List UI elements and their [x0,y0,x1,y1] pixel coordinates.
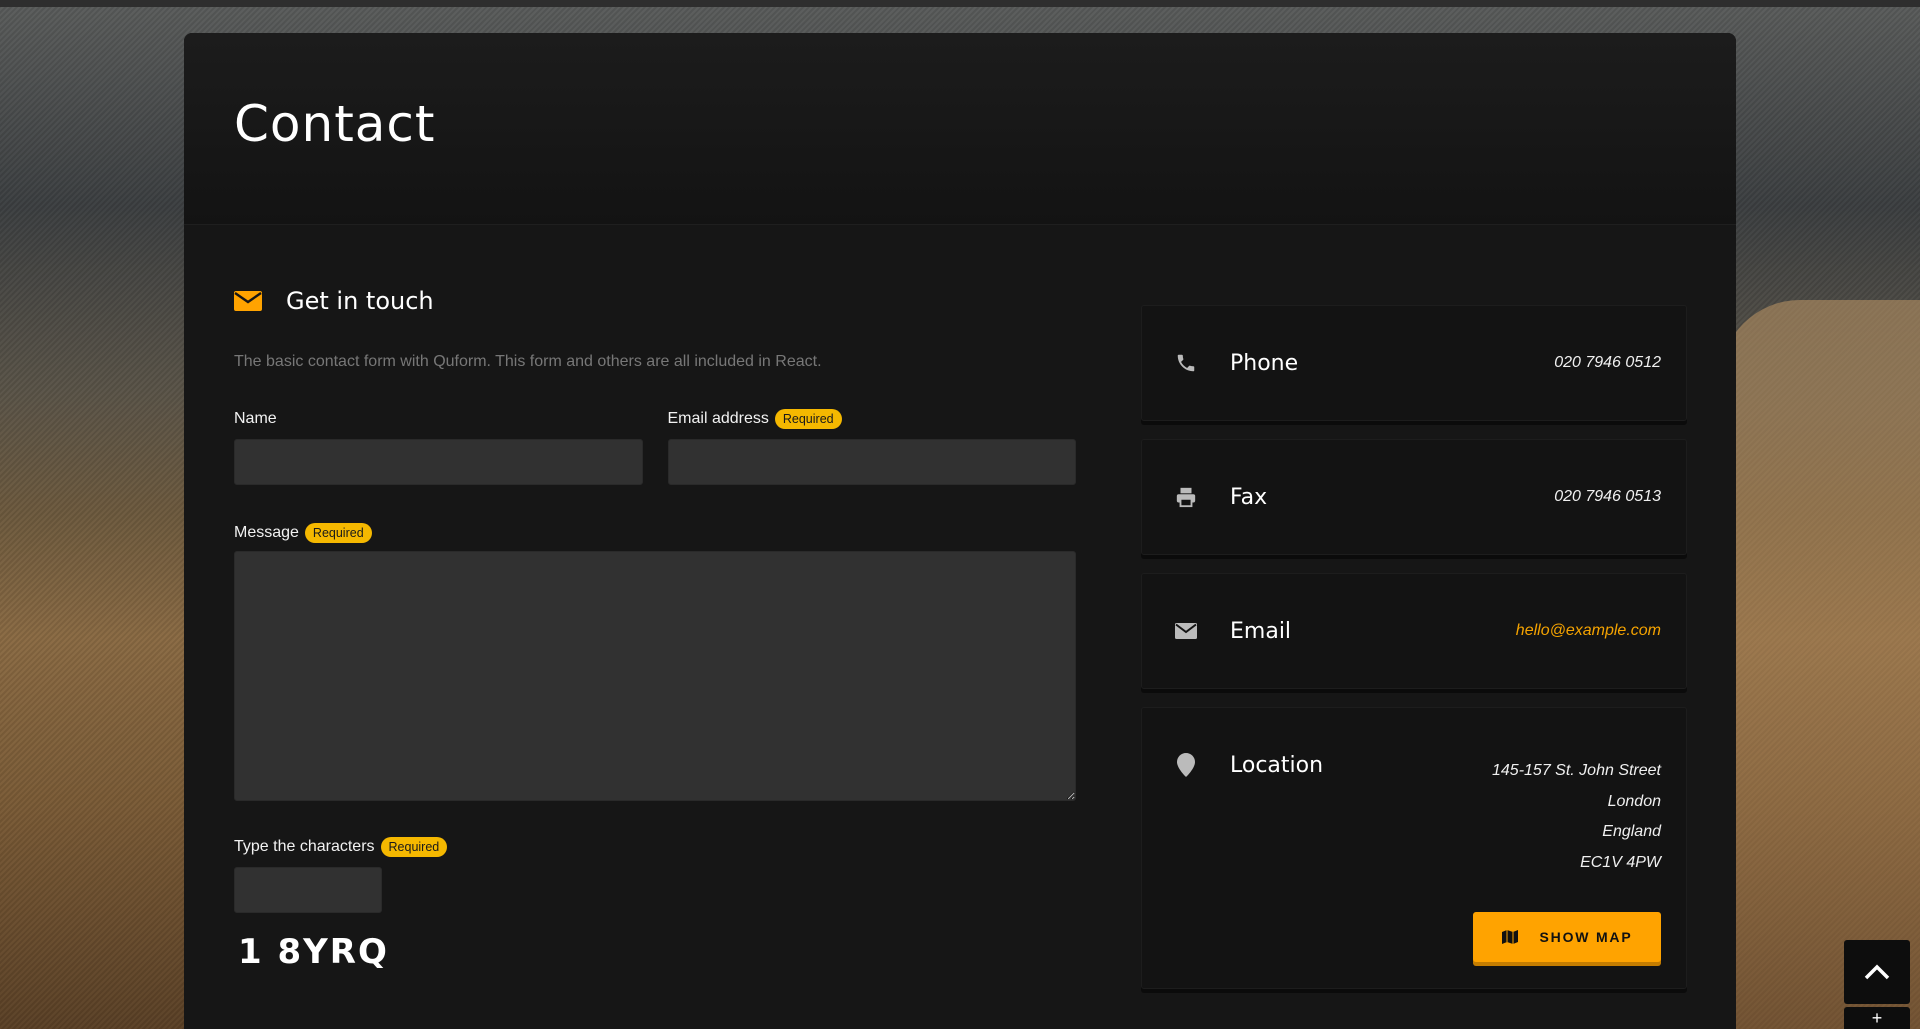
email-link[interactable]: hello@example.com [1516,622,1661,640]
email-input[interactable] [667,439,1076,485]
captcha-label: Type the characters Required [234,837,1076,857]
location-title: Location [1230,753,1324,778]
fax-card-head: Fax 020 7946 0513 [1174,440,1661,554]
form-intro: The basic contact form with Quform. This… [234,353,822,370]
location-card: Location 145-157 St. John Street London … [1141,707,1687,989]
envelope-icon [1174,619,1198,643]
fax-card: Fax 020 7946 0513 [1141,439,1687,555]
map-icon [1501,930,1518,944]
email-title: Email [1230,618,1292,644]
phone-card: Phone 020 7946 0512 [1141,305,1687,421]
show-map-label: SHOW MAP [1539,929,1633,945]
message-textarea[interactable] [234,551,1076,801]
name-label-text: Name [234,410,277,427]
page-title: Contact [234,95,436,153]
show-map-button[interactable]: SHOW MAP [1473,912,1661,962]
email-card: Email hello@example.com [1141,573,1687,689]
captcha-field-group: Type the characters Required 1 8YRQ [234,837,1076,975]
required-badge: Required [304,523,372,543]
message-label-text: Message [234,524,299,541]
page-panel: Contact Get in touch The basic contact f… [184,33,1736,1029]
name-email-row: Name Email address Required [234,409,1076,485]
phone-icon [1174,351,1198,375]
message-label: Message Required [234,523,1076,543]
phone-title: Phone [1230,350,1299,376]
contact-form: Get in touch The basic contact form with… [234,283,1076,975]
chevron-up-icon [1864,964,1890,980]
expand-button[interactable]: + [1844,1007,1910,1029]
captcha-input[interactable] [234,867,382,913]
email-field-group: Email address Required [667,409,1077,485]
required-badge: Required [774,409,842,429]
address-line: EC1V 4PW [1580,853,1661,871]
captcha-text: 1 8YRQ [238,932,389,972]
name-field-group: Name [234,409,643,485]
name-label: Name [234,409,643,429]
email-label-text: Email address [667,410,769,427]
required-badge: Required [380,837,448,857]
captcha-label-text: Type the characters [234,838,375,855]
page-header: Contact [184,33,1736,225]
map-pin-icon [1174,753,1198,777]
address-block: 145-157 St. John Street London England E… [1492,756,1661,878]
form-heading-text: Get in touch [286,287,434,315]
address-line: England [1602,823,1661,840]
fax-number: 020 7946 0513 [1554,488,1661,505]
address-line: London [1607,792,1661,810]
fax-title: Fax [1230,484,1268,510]
scroll-to-top-button[interactable] [1844,940,1910,1004]
address-line: 145-157 St. John Street [1492,762,1661,779]
contact-info-column: Phone 020 7946 0512 Fax 020 7946 0513 Em… [1141,305,1687,1007]
message-field-group: Message Required [234,523,1076,801]
phone-number: 020 7946 0512 [1554,354,1661,371]
envelope-icon [234,291,262,311]
captcha-image: 1 8YRQ [238,932,389,972]
phone-card-head: Phone 020 7946 0512 [1174,306,1661,420]
name-input[interactable] [234,439,643,485]
form-heading: Get in touch [234,283,1076,319]
email-card-head: Email hello@example.com [1174,574,1661,688]
email-label: Email address Required [668,409,1077,429]
printer-icon [1174,485,1198,509]
